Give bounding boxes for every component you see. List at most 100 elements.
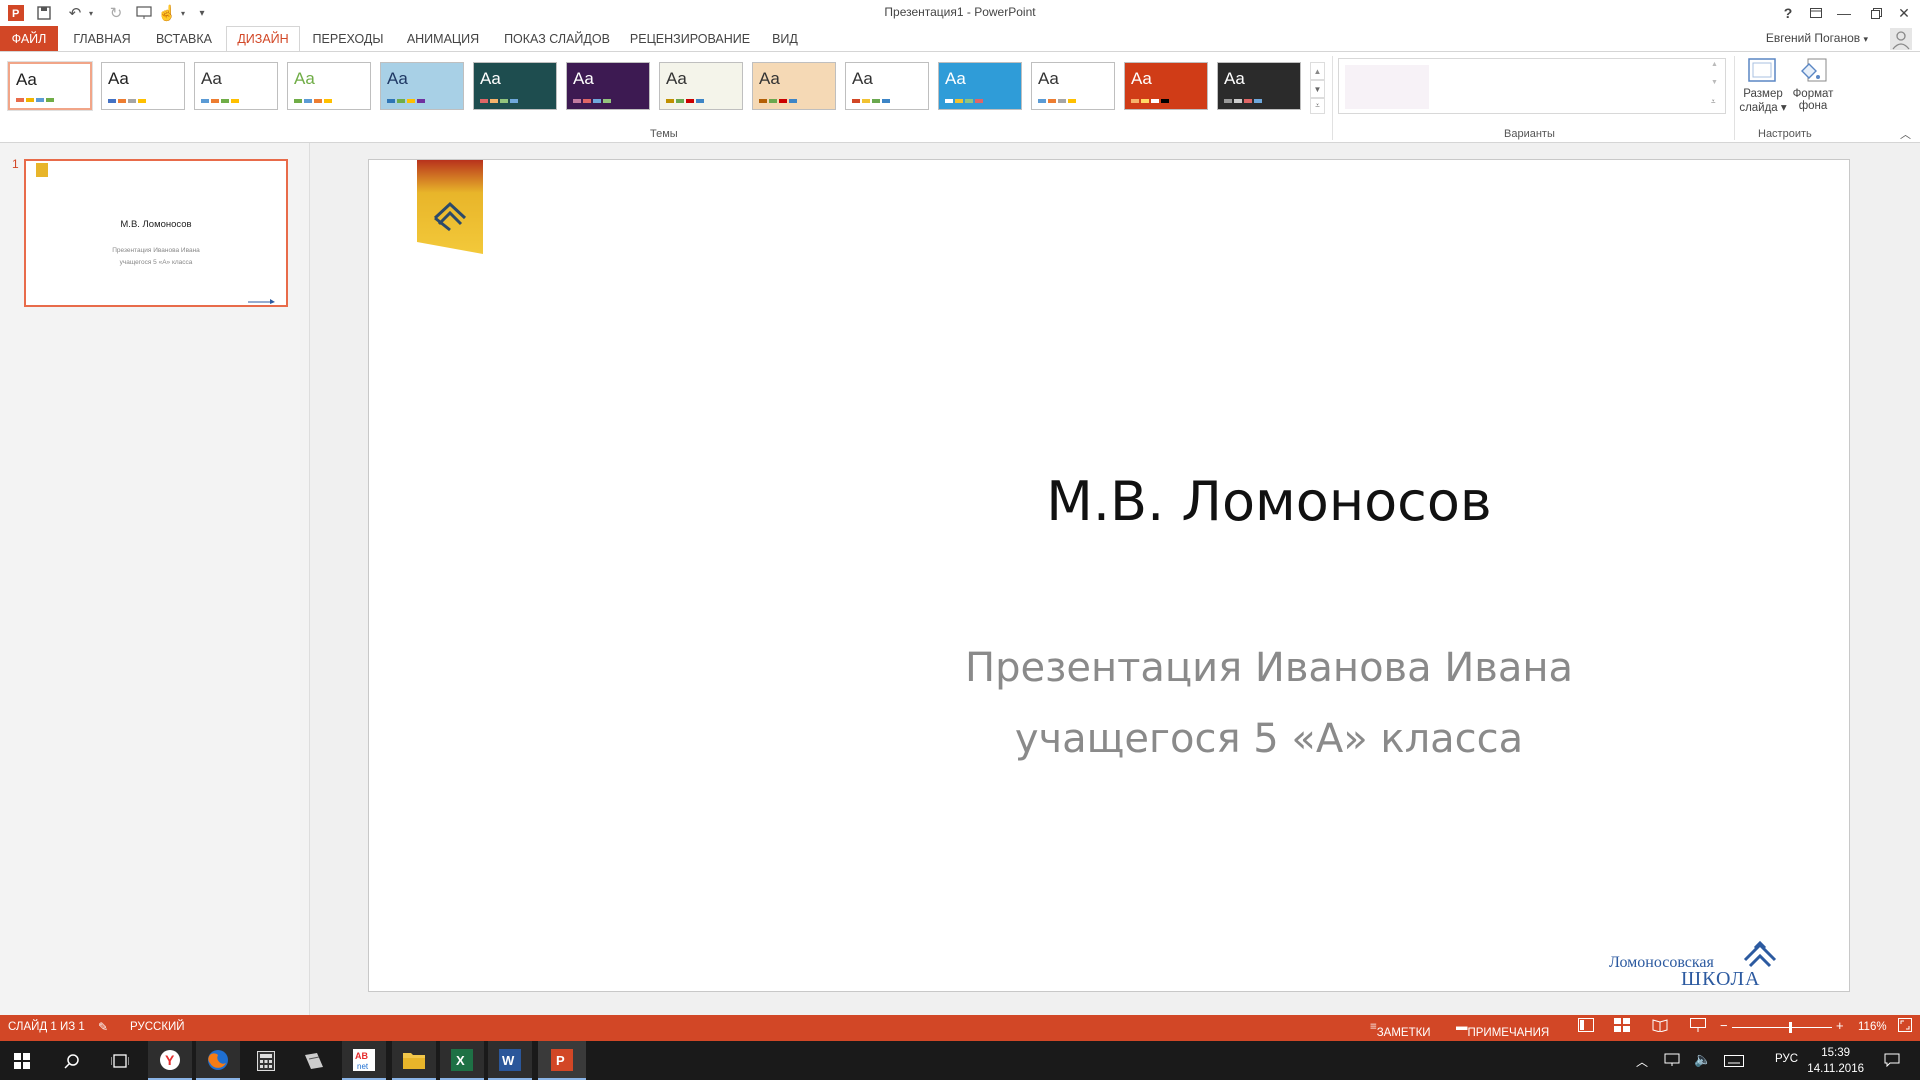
variants-scroll-down-icon[interactable]: ▼ [1711, 79, 1723, 95]
tab-file[interactable]: ФАЙЛ [0, 26, 58, 51]
zoom-in-icon[interactable]: + [1836, 1018, 1844, 1033]
slide-sorter-icon[interactable] [1614, 1018, 1630, 1035]
language-indicator[interactable]: РУССКИЙ [130, 1021, 185, 1033]
keyboard-icon[interactable] [1724, 1054, 1744, 1072]
zoom-slider[interactable] [1732, 1022, 1832, 1033]
reading-view-icon[interactable] [1652, 1018, 1668, 1035]
theme-thumbnail[interactable]: Aa [1124, 62, 1208, 110]
slide-thumbnail[interactable]: М.В. Ломоносов Презентация Иванова Ивана… [24, 159, 288, 307]
firefox-icon[interactable] [196, 1041, 240, 1080]
tab-design[interactable]: ДИЗАЙН [226, 26, 300, 51]
slide-counter[interactable]: СЛАЙД 1 ИЗ 1 [8, 1021, 85, 1033]
gallery-scroll-up-icon[interactable]: ▲ [1310, 62, 1325, 80]
theme-thumbnail[interactable]: Aa [1217, 62, 1301, 110]
user-account[interactable]: Евгений Поганов ▾ [1766, 31, 1868, 45]
action-center-icon[interactable] [1884, 1053, 1900, 1072]
windows-start-icon[interactable] [0, 1041, 44, 1080]
task-view-icon[interactable] [98, 1041, 142, 1080]
powerpoint-icon[interactable]: P [538, 1041, 586, 1080]
thumb-subtitle-1: Презентация Иванова Ивана [112, 247, 200, 254]
theme-sample-text: Aa [573, 69, 594, 88]
show-hidden-icons-icon[interactable]: ︿ [1636, 1053, 1648, 1070]
restore-icon[interactable] [1862, 2, 1890, 24]
theme-color-swatches [294, 99, 332, 103]
notes-button[interactable]: ≡ ЗАМЕТКИ [1370, 1021, 1431, 1039]
variants-scroll-up-icon[interactable]: ▲ [1711, 61, 1723, 77]
abbyy-icon[interactable]: AB net [342, 1041, 386, 1080]
word-icon[interactable]: W [488, 1041, 532, 1080]
file-explorer-icon[interactable] [392, 1041, 436, 1080]
user-name: Евгений Поганов [1765, 31, 1861, 45]
theme-thumbnail[interactable]: Aa [7, 61, 93, 111]
variants-more-icon[interactable]: ⩡ [1711, 97, 1723, 111]
theme-thumbnail[interactable]: Aa [752, 62, 836, 110]
chevron-down-icon: ▾ [1863, 34, 1868, 44]
slide[interactable]: М.В. Ломоносов Презентация Иванова Ивана… [368, 159, 1850, 992]
theme-thumbnail[interactable]: Aa [845, 62, 929, 110]
paint-bucket-icon [1788, 54, 1838, 88]
avatar[interactable] [1890, 28, 1912, 50]
ribbon-decoration [417, 160, 483, 254]
volume-icon[interactable]: 🔈 [1694, 1051, 1711, 1068]
excel-icon[interactable]: X [440, 1041, 484, 1080]
themes-group-label: Темы [650, 128, 678, 140]
theme-color-swatches [201, 99, 239, 103]
zoom-slider-thumb[interactable] [1789, 1022, 1792, 1033]
tab-slideshow[interactable]: ПОКАЗ СЛАЙДОВ [498, 26, 616, 51]
theme-thumbnail[interactable]: Aa [659, 62, 743, 110]
tab-home[interactable]: ГЛАВНАЯ [66, 26, 138, 51]
slide-size-button[interactable]: Размер слайда ▾ [1738, 54, 1788, 124]
theme-thumbnail[interactable]: Aa [566, 62, 650, 110]
slideshow-view-icon[interactable] [1690, 1018, 1706, 1035]
comments-button[interactable]: ▬ ПРИМЕЧАНИЯ [1456, 1021, 1549, 1039]
collapse-ribbon-icon[interactable]: ︿ [1900, 126, 1911, 142]
theme-thumbnail[interactable]: Aa [1031, 62, 1115, 110]
spell-check-icon[interactable]: ✎ [98, 1020, 108, 1034]
svg-text:net: net [357, 1062, 369, 1071]
svg-text:X: X [456, 1053, 465, 1068]
theme-thumbnail[interactable]: Aa [473, 62, 557, 110]
format-background-label-2: фона [1798, 100, 1828, 112]
theme-color-swatches [387, 99, 425, 103]
tab-transitions[interactable]: ПЕРЕХОДЫ [308, 26, 388, 51]
clock[interactable]: 15:39 14.11.2016 [1807, 1045, 1864, 1077]
theme-thumbnail[interactable]: Aa [101, 62, 185, 110]
calculator-icon[interactable] [244, 1041, 288, 1080]
minimize-icon[interactable]: — [1830, 2, 1858, 24]
search-icon[interactable] [50, 1041, 94, 1080]
zoom-out-icon[interactable]: − [1720, 1018, 1728, 1033]
help-button[interactable]: ? [1774, 2, 1802, 24]
tab-animation[interactable]: АНИМАЦИЯ [398, 26, 488, 51]
format-background-button[interactable]: Формат фона [1788, 54, 1838, 124]
theme-color-swatches [945, 99, 983, 103]
network-icon[interactable] [1664, 1053, 1680, 1072]
zoom-level[interactable]: 116% [1858, 1021, 1887, 1033]
slide-editor: М.В. Ломоносов Презентация Иванова Ивана… [310, 143, 1920, 1015]
tab-review[interactable]: РЕЦЕНЗИРОВАНИЕ [626, 26, 754, 51]
yandex-browser-icon[interactable]: Y [148, 1041, 192, 1080]
thumb-ribbon-decoration [36, 163, 48, 177]
ribbon-display-options-icon[interactable] [1802, 2, 1830, 24]
theme-sample-text: Aa [666, 69, 687, 88]
app-icon[interactable] [292, 1041, 336, 1080]
ribbon-tabs: ФАЙЛ ГЛАВНАЯ ВСТАВКА ДИЗАЙН ПЕРЕХОДЫ АНИ… [0, 26, 1920, 51]
variant-placeholder[interactable] [1345, 65, 1429, 109]
slide-title[interactable]: М.В. Ломоносов [769, 470, 1769, 533]
tab-insert[interactable]: ВСТАВКА [148, 26, 220, 51]
tab-view[interactable]: ВИД [762, 26, 808, 51]
svg-text:AB: AB [355, 1051, 368, 1061]
gallery-more-icon[interactable]: ⩡ [1310, 98, 1325, 114]
fit-slide-icon[interactable] [1898, 1018, 1912, 1035]
slide-subtitle-line-2[interactable]: учащегося 5 «А» класса [769, 716, 1769, 762]
theme-thumbnail[interactable]: Aa [380, 62, 464, 110]
theme-thumbnail[interactable]: Aa [287, 62, 371, 110]
normal-view-icon[interactable] [1578, 1018, 1594, 1035]
variants-gallery: ▲ ▼ ⩡ [1338, 58, 1726, 114]
gallery-scroll-down-icon[interactable]: ▼ [1310, 80, 1325, 98]
window-title: Презентация1 - PowerPoint [884, 5, 1036, 19]
input-language[interactable]: РУС [1775, 1053, 1798, 1065]
theme-thumbnail[interactable]: Aa [938, 62, 1022, 110]
theme-thumbnail[interactable]: Aa [194, 62, 278, 110]
slide-subtitle-line-1[interactable]: Презентация Иванова Ивана [769, 645, 1769, 691]
close-icon[interactable]: ✕ [1890, 2, 1918, 24]
